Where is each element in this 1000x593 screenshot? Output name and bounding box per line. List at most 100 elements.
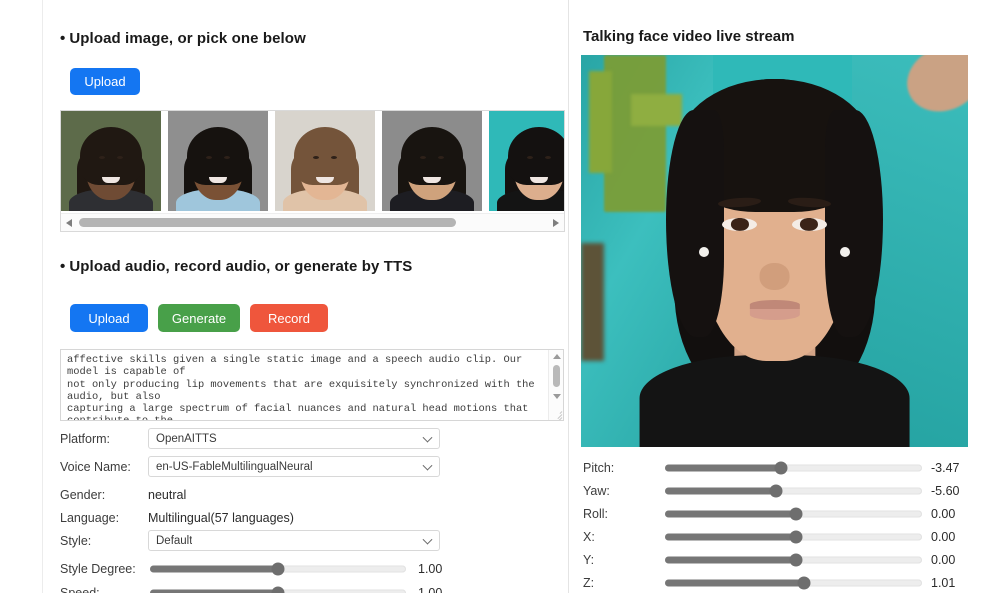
pose-slider-thumb-z[interactable] (797, 576, 811, 590)
gender-row: Gender: neutral (60, 484, 440, 506)
video-face-hair-left (666, 109, 725, 338)
upload-audio-button[interactable]: Upload (70, 304, 148, 332)
style-row: Style: Default (60, 530, 440, 552)
pose-row-y: Y: 0.00 (583, 549, 983, 571)
pose-slider-thumb-pitch[interactable] (774, 461, 788, 475)
pose-label-y: Y: (583, 553, 595, 567)
language-value: Multilingual(57 languages) (148, 511, 294, 525)
pose-value-pitch: -3.47 (931, 461, 960, 475)
style-degree-row: Style Degree: 1.00 (60, 558, 443, 580)
style-label: Style: (60, 534, 92, 548)
pose-slider-fill-z (665, 579, 804, 587)
resize-grip-icon[interactable] (551, 408, 563, 420)
app-root: • Upload image, or pick one below Upload … (0, 0, 1000, 593)
platform-select-value: OpenAITTS (156, 432, 217, 445)
pose-slider-fill-roll (665, 510, 797, 518)
pose-value-y: 0.00 (931, 553, 956, 567)
record-audio-button[interactable]: Record (250, 304, 328, 332)
pose-row-yaw: Yaw: -5.60 (583, 480, 983, 502)
platform-select[interactable]: OpenAITTS (148, 428, 440, 449)
pose-label-x: X: (583, 530, 595, 544)
pose-slider-fill-x (665, 533, 797, 541)
pose-slider-x[interactable] (665, 526, 922, 548)
style-select[interactable]: Default (148, 530, 440, 551)
speed-slider-thumb[interactable] (271, 586, 285, 593)
pose-row-pitch: Pitch: -3.47 (583, 457, 983, 479)
speed-row: Speed: 1.00 (60, 582, 443, 593)
speed-slider-fill (150, 589, 278, 593)
speed-label: Speed: (60, 586, 100, 593)
pose-slider-fill-y (665, 556, 797, 564)
chevron-down-icon (422, 534, 433, 545)
speed-value: 1.00 (418, 586, 443, 593)
triangle-up-icon[interactable] (549, 350, 563, 363)
left-panel: • Upload image, or pick one below Upload … (0, 0, 568, 593)
gallery-thumb-2[interactable] (168, 111, 268, 211)
video-face-lower-lip (749, 308, 800, 320)
audio-section-heading: • Upload audio, record audio, or generate… (60, 258, 412, 275)
pose-value-roll: 0.00 (931, 507, 956, 521)
language-label: Language: (60, 511, 120, 525)
pose-slider-yaw[interactable] (665, 480, 922, 502)
style-degree-slider-fill (150, 565, 278, 573)
pose-slider-z[interactable] (665, 572, 922, 593)
gender-value: neutral (148, 488, 187, 502)
pose-label-yaw: Yaw: (583, 484, 610, 498)
pose-label-roll: Roll: (583, 507, 609, 521)
pose-row-z: Z: 1.01 (583, 572, 983, 593)
pose-row-roll: Roll: 0.00 (583, 503, 983, 525)
pose-slider-thumb-y[interactable] (789, 553, 803, 567)
upload-image-button[interactable]: Upload (70, 68, 140, 95)
gender-label: Gender: (60, 488, 106, 502)
pose-slider-roll[interactable] (665, 503, 922, 525)
pose-slider-thumb-roll[interactable] (789, 507, 803, 521)
triangle-left-icon[interactable] (61, 214, 77, 232)
pose-value-x: 0.00 (931, 530, 956, 544)
gallery-thumb-3[interactable] (275, 111, 375, 211)
video-panel-title: Talking face video live stream (583, 28, 795, 45)
pose-slider-fill-pitch (665, 464, 781, 472)
chevron-down-icon (422, 432, 433, 443)
script-textarea[interactable]: affective skills given a single static i… (60, 349, 564, 421)
speed-slider[interactable] (150, 582, 406, 593)
gallery-horizontal-scrollbar[interactable] (61, 213, 564, 231)
image-section-heading-text: Upload image, or pick one below (69, 30, 306, 47)
gallery-thumb-5[interactable] (489, 111, 564, 211)
chevron-down-icon (422, 460, 433, 471)
bullet-icon: • (60, 30, 66, 47)
textarea-scroll-thumb[interactable] (553, 365, 560, 387)
style-select-value: Default (156, 534, 193, 547)
triangle-down-icon[interactable] (549, 390, 563, 403)
gallery-thumbs (61, 111, 564, 211)
voice-name-select-value: en-US-FableMultilingualNeural (156, 460, 313, 473)
pose-label-pitch: Pitch: (583, 461, 615, 475)
platform-row: Platform: OpenAITTS (60, 428, 440, 450)
script-textarea-text[interactable]: affective skills given a single static i… (67, 354, 541, 420)
video-face-torso (639, 355, 910, 447)
gallery-thumb-1[interactable] (61, 111, 161, 211)
video-face-nose (759, 262, 790, 291)
voice-name-label: Voice Name: (60, 460, 131, 474)
pose-slider-y[interactable] (665, 549, 922, 571)
generate-audio-button[interactable]: Generate (158, 304, 240, 332)
pose-slider-thumb-yaw[interactable] (769, 484, 782, 498)
image-gallery[interactable] (60, 110, 565, 232)
style-degree-value: 1.00 (418, 562, 443, 576)
audio-section-heading-text: Upload audio, record audio, or generate … (69, 258, 413, 275)
talking-face-video[interactable] (581, 55, 968, 447)
image-section-heading: • Upload image, or pick one below (60, 30, 306, 47)
pose-value-yaw: -5.60 (931, 484, 960, 498)
voice-name-select[interactable]: en-US-FableMultilingualNeural (148, 456, 440, 477)
video-face-eye-left (722, 217, 758, 231)
pose-row-x: X: 0.00 (583, 526, 983, 548)
triangle-right-icon[interactable] (548, 214, 564, 232)
style-degree-slider-thumb[interactable] (271, 562, 285, 576)
gallery-scroll-thumb[interactable] (79, 217, 456, 227)
pose-label-z: Z: (583, 576, 595, 590)
pose-slider-thumb-x[interactable] (789, 530, 803, 544)
pose-slider-pitch[interactable] (665, 457, 922, 479)
gallery-thumb-4[interactable] (382, 111, 482, 211)
style-degree-slider[interactable] (150, 558, 406, 580)
language-row: Language: Multilingual(57 languages) (60, 507, 440, 529)
gallery-scroll-track[interactable] (77, 214, 548, 232)
